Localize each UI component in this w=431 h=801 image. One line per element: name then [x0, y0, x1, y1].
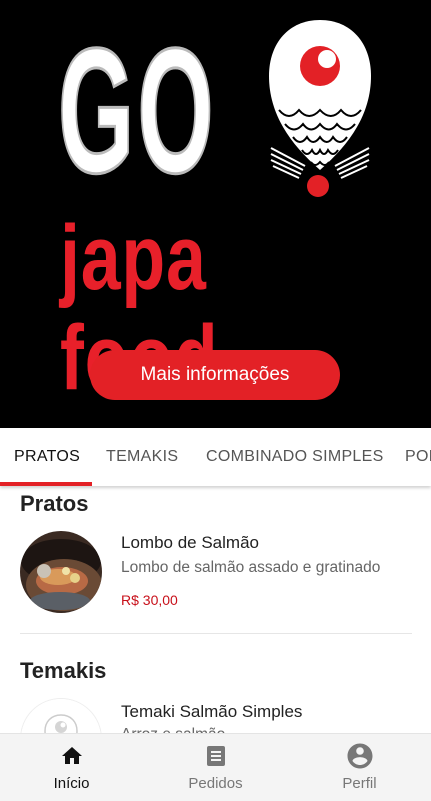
nav-inicio[interactable]: Início	[0, 734, 143, 801]
divider	[20, 633, 412, 634]
nav-label: Pedidos	[188, 775, 243, 792]
item-name: Lombo de Salmão	[121, 533, 259, 552]
fish-logo-icon	[269, 20, 371, 197]
account-circle-icon	[347, 743, 372, 769]
bottom-navigation: Início Pedidos Perfil	[0, 733, 431, 801]
dish-photo	[20, 531, 102, 613]
receipt-icon	[206, 746, 225, 766]
tab-combinado-simples[interactable]: COMBINADO SIMPLES	[206, 428, 384, 486]
brand-logo-text: GO	[57, 11, 217, 210]
nav-label: Início	[53, 775, 90, 792]
item-price: R$ 30,00	[121, 592, 178, 608]
item-description: Lombo de salmão assado e gratinado	[121, 559, 381, 576]
menu-list[interactable]: Pratos Lombo de Salmão Lombo de salmão a…	[0, 486, 431, 734]
active-tab-indicator	[0, 482, 92, 486]
section-title-temakis: Temakis	[20, 658, 107, 683]
category-tabs: PRATOS TEMAKIS COMBINADO SIMPLES POR	[0, 428, 431, 486]
hero-banner: GO japa food Mais informações	[0, 0, 431, 428]
section-title-pratos: Pratos	[20, 491, 89, 516]
tab-temakis[interactable]: TEMAKIS	[106, 428, 178, 486]
item-name: Temaki Salmão Simples	[121, 702, 303, 721]
nav-perfil[interactable]: Perfil	[288, 734, 431, 801]
tab-pratos[interactable]: PRATOS	[14, 428, 80, 486]
tab-partial[interactable]: POR	[405, 428, 431, 486]
placeholder-logo-icon	[20, 698, 102, 734]
nav-pedidos[interactable]: Pedidos	[144, 734, 287, 801]
more-info-button[interactable]: Mais informações	[90, 350, 340, 400]
home-icon	[61, 747, 82, 764]
nav-label: Perfil	[342, 775, 377, 792]
